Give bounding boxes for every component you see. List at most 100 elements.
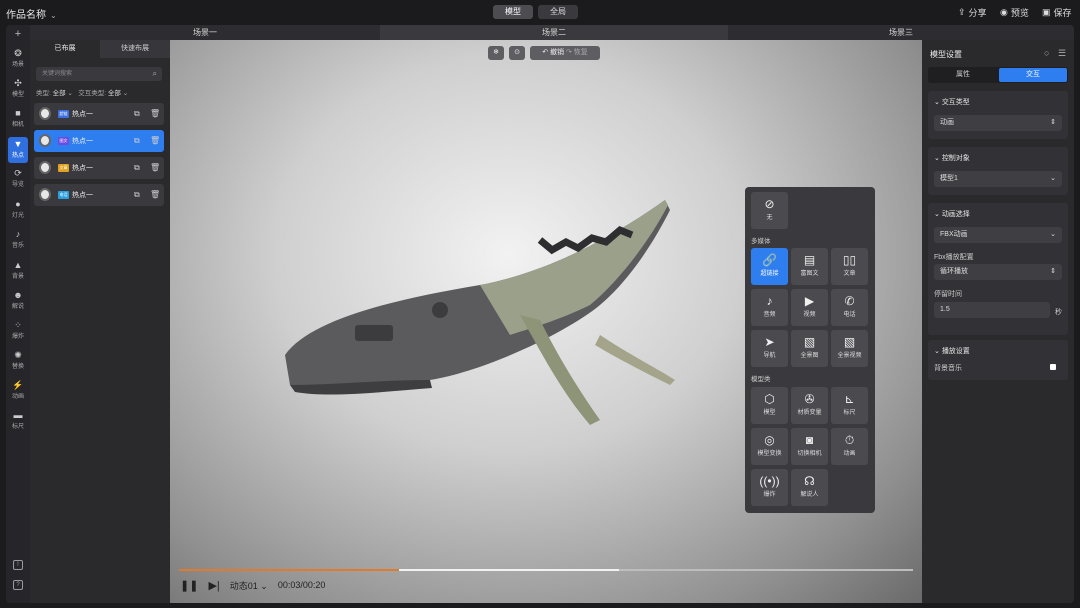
3d-viewport[interactable]: ❄ ⊙ ↶ 撤销 ↷ 恢复 ⊘ 无 多媒体 🔗 超链接 ▤ 富图文 ▯▯ 文章 ♪ 音频 … bbox=[170, 40, 922, 603]
pause-icon[interactable]: ❚❚ bbox=[180, 579, 198, 592]
option-narrator[interactable]: ☊ 解说人 bbox=[791, 469, 828, 506]
rail-tour[interactable]: ⟳ 导览 bbox=[6, 168, 30, 188]
richtext-icon: ▤ bbox=[803, 253, 816, 267]
replace-icon: ✺ bbox=[14, 350, 22, 360]
rail-explode[interactable]: ⁘ 爆炸 bbox=[6, 320, 30, 340]
chevron-down-icon: ⌄ bbox=[1050, 231, 1056, 238]
rail-scene[interactable]: ❂ 场景 bbox=[6, 48, 30, 68]
tab-global[interactable]: 全局 bbox=[538, 5, 578, 19]
rail-camera[interactable]: ■ 相机 bbox=[6, 108, 30, 128]
explode-icon: ⁘ bbox=[14, 320, 22, 330]
delete-icon[interactable]: 🗑 bbox=[150, 136, 160, 145]
option-hyperlink[interactable]: 🔗 超链接 bbox=[751, 248, 788, 285]
settings-icon[interactable]: ☰ bbox=[1058, 48, 1066, 59]
option-transform[interactable]: ◎ 模型变换 bbox=[751, 428, 788, 465]
option-explode[interactable]: ((•)) 爆炸 bbox=[751, 469, 788, 506]
option-article[interactable]: ▯▯ 文章 bbox=[831, 248, 868, 285]
option-rich-text[interactable]: ▤ 富图文 bbox=[791, 248, 828, 285]
rail-narration[interactable]: ☻ 解说 bbox=[6, 290, 30, 310]
scene-tab[interactable]: 场景三 bbox=[728, 25, 1074, 40]
option-animation[interactable]: ⏱ 动画 bbox=[831, 428, 868, 465]
tool-rail: + ❂ 场景 ✣ 模型 ■ 相机 ▼ 热点 ⟳ 导览 ● 灯光 ♪ 音乐 ▲ 背景 ☻ 解说 ⁘ 爆… bbox=[6, 25, 30, 603]
option-material[interactable]: ✇ 材质变量 bbox=[791, 387, 828, 424]
tab-quick-place[interactable]: 快速布展 bbox=[100, 40, 170, 58]
project-title[interactable]: 作品名称 ⌄ bbox=[6, 6, 57, 21]
option-navigation[interactable]: ➤ 导航 bbox=[751, 330, 788, 367]
save-icon: ▣ bbox=[1042, 7, 1051, 17]
option-phone[interactable]: ✆ 电话 bbox=[831, 289, 868, 326]
bgm-toggle[interactable] bbox=[1050, 364, 1056, 370]
model-settings-panel: 模型设置 ○ ☰ 属性 交互 ⌄ 交互类型 动画 ⇕ ⌄ 控制对象 模型1 ⌄ ⌄ … bbox=[922, 40, 1074, 603]
copy-icon[interactable]: ⧉ bbox=[134, 136, 140, 146]
rail-replace[interactable]: ✺ 替换 bbox=[6, 350, 30, 370]
whale-model bbox=[285, 200, 675, 425]
hotspot-item[interactable]: 超链 热点一 ⧉ 🗑 bbox=[34, 103, 164, 125]
none-icon: ⊘ bbox=[764, 197, 775, 211]
option-switch-camera[interactable]: ◙ 切换相机 bbox=[791, 428, 828, 465]
snowflake-icon[interactable]: ❄ bbox=[488, 46, 504, 60]
rail-background[interactable]: ▲ 背景 bbox=[6, 260, 30, 280]
background-icon: ▲ bbox=[13, 260, 23, 270]
save-button[interactable]: ▣ 保存 bbox=[1042, 6, 1072, 19]
copy-icon[interactable]: ⧉ bbox=[134, 109, 140, 119]
copy-icon[interactable]: ⧉ bbox=[134, 163, 140, 173]
option-ruler[interactable]: ⊾ 标尺 bbox=[831, 387, 868, 424]
search-icon: ⌕ bbox=[152, 69, 157, 78]
search-input[interactable]: 关键词搜索 ⌕ bbox=[36, 67, 162, 81]
light-icon: ● bbox=[15, 199, 21, 209]
filters[interactable]: 类型: 全部 ⌄ 交互类型: 全部 ⌄ bbox=[36, 87, 128, 97]
add-icon[interactable]: + bbox=[6, 28, 30, 40]
tab-placed[interactable]: 已布展 bbox=[30, 40, 100, 58]
rail-hotspot[interactable]: ▼ 热点 bbox=[8, 137, 28, 163]
option-audio[interactable]: ♪ 音频 bbox=[751, 289, 788, 326]
hotspot-item[interactable]: 电话 热点一 ⧉ 🗑 bbox=[34, 184, 164, 206]
rail-model[interactable]: ✣ 模型 bbox=[6, 78, 30, 98]
delete-icon[interactable]: 🗑 bbox=[150, 190, 160, 199]
scene-icon: ❂ bbox=[14, 48, 22, 58]
option-none[interactable]: ⊘ 无 bbox=[751, 192, 788, 229]
option-video[interactable]: ▶ 视频 bbox=[791, 289, 828, 326]
scene-tab[interactable]: 场景一 bbox=[30, 25, 380, 40]
delete-icon[interactable]: 🗑 bbox=[150, 163, 160, 172]
option-panorama-video[interactable]: ▧ 全景视频 bbox=[831, 330, 868, 367]
rail-ruler[interactable]: ▬ 标尺 bbox=[6, 410, 30, 430]
ruler-icon: ▬ bbox=[13, 410, 23, 420]
option-model[interactable]: ⬡ 模型 bbox=[751, 387, 788, 424]
section-interaction-type: ⌄ 交互类型 动画 ⇕ bbox=[928, 91, 1068, 139]
progress-buffered bbox=[399, 569, 620, 571]
narrator-icon: ☻ bbox=[13, 290, 23, 300]
circle-icon[interactable]: ○ bbox=[1044, 48, 1049, 58]
undo-button[interactable]: ↶ 撤销 bbox=[542, 49, 564, 56]
rail-music[interactable]: ♪ 音乐 bbox=[6, 229, 30, 249]
stay-time-input[interactable]: 1.5 bbox=[934, 302, 1050, 318]
tab-properties[interactable]: 属性 bbox=[929, 68, 997, 82]
animation-select[interactable]: 动态01 ⌄ bbox=[230, 579, 268, 592]
next-icon[interactable]: ▶| bbox=[208, 579, 219, 592]
share-button[interactable]: ⇪ 分享 bbox=[958, 6, 987, 19]
preview-button[interactable]: ◉ 预览 bbox=[1000, 6, 1029, 19]
control-target-select[interactable]: 模型1 ⌄ bbox=[934, 171, 1062, 187]
scene-tab[interactable]: 场景二 bbox=[380, 25, 728, 40]
rail-animation[interactable]: ⚡ 动画 bbox=[6, 380, 30, 400]
share-icon: ⇪ bbox=[958, 7, 966, 17]
fbx-play-select[interactable]: 循环播放 ⇕ bbox=[934, 264, 1062, 280]
chevron-down-icon: ⌄ bbox=[50, 11, 57, 20]
redo-button[interactable]: ↷ 恢复 bbox=[566, 49, 588, 56]
option-panorama[interactable]: ▧ 全景图 bbox=[791, 330, 828, 367]
hotspot-item[interactable]: 图文 热点一 ⧉ 🗑 bbox=[34, 130, 164, 152]
reset-view-icon[interactable]: ⊙ bbox=[509, 46, 525, 60]
progress-played bbox=[179, 569, 400, 571]
tab-model[interactable]: 模型 bbox=[493, 5, 533, 19]
interaction-type-select[interactable]: 动画 ⇕ bbox=[934, 115, 1062, 131]
hotspot-item[interactable]: 文章 热点一 ⧉ 🗑 bbox=[34, 157, 164, 179]
section-animation: ⌄ 动画选择 FBX动画 ⌄ Fbx播放配置 循环播放 ⇕ 停留时间 1.5 秒 bbox=[928, 203, 1068, 335]
rail-light[interactable]: ● 灯光 bbox=[6, 199, 30, 219]
hotspot-panel: 已布展 快速布展 关键词搜索 ⌕ 类型: 全部 ⌄ 交互类型: 全部 ⌄ 超链 热点… bbox=[30, 25, 170, 603]
timeline-progress[interactable] bbox=[179, 569, 913, 571]
delete-icon[interactable]: 🗑 bbox=[150, 109, 160, 118]
animation-select[interactable]: FBX动画 ⌄ bbox=[934, 227, 1062, 243]
tab-interaction[interactable]: 交互 bbox=[999, 68, 1067, 82]
help-icon[interactable]: ? bbox=[13, 580, 23, 590]
copy-icon[interactable]: ⧉ bbox=[134, 190, 140, 200]
feedback-icon[interactable]: ! bbox=[13, 560, 23, 570]
